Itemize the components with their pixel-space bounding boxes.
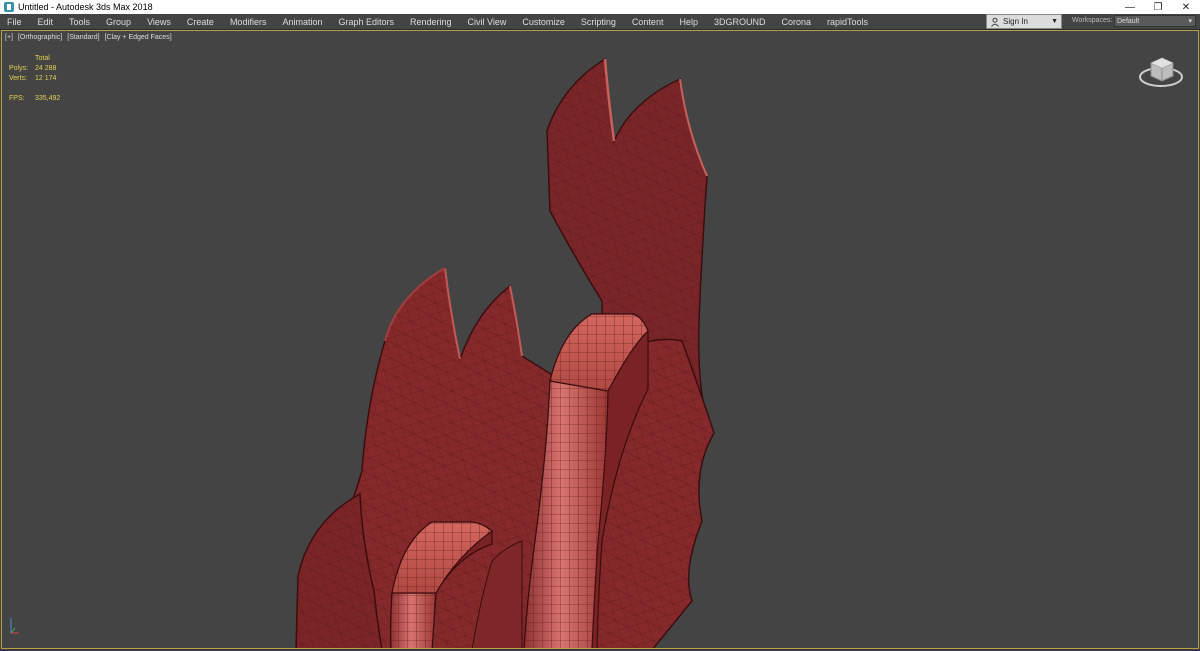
- viewport[interactable]: [+] [Orthographic] [Standard] [Clay + Ed…: [1, 30, 1199, 649]
- menu-civil-view[interactable]: Civil View: [460, 17, 515, 27]
- close-icon[interactable]: ✕: [1172, 0, 1200, 14]
- user-icon: [991, 17, 999, 27]
- window-controls: — ❐ ✕: [1116, 0, 1200, 14]
- sign-in-label: Sign In: [1003, 17, 1028, 26]
- stats-header: Total: [35, 55, 50, 62]
- workspace-value: Default: [1117, 17, 1140, 25]
- viewport-point-of-view[interactable]: [Orthographic]: [18, 34, 62, 41]
- menu-animation[interactable]: Animation: [274, 17, 330, 27]
- menu-create[interactable]: Create: [179, 17, 222, 27]
- axis-tripod-icon: [10, 618, 19, 634]
- fps-value: 335,492: [35, 95, 61, 102]
- menu-group[interactable]: Group: [98, 17, 139, 27]
- menu-tools[interactable]: Tools: [61, 17, 98, 27]
- polys-label: Polys:: [9, 65, 29, 72]
- menu-edit[interactable]: Edit: [30, 17, 62, 27]
- menu-views[interactable]: Views: [139, 17, 179, 27]
- window-title: Untitled - Autodesk 3ds Max 2018: [18, 2, 153, 12]
- title-bar: Untitled - Autodesk 3ds Max 2018 — ❐ ✕: [0, 0, 1200, 14]
- viewport-shading-standard[interactable]: [Standard]: [67, 34, 99, 41]
- verts-label: Verts:: [9, 75, 27, 82]
- fps-label: FPS:: [9, 95, 25, 102]
- menu-file[interactable]: File: [0, 17, 30, 27]
- app-icon: [4, 2, 14, 12]
- menu-3dground[interactable]: 3DGROUND: [706, 17, 774, 27]
- menu-graph-editors[interactable]: Graph Editors: [330, 17, 402, 27]
- menu-modifiers[interactable]: Modifiers: [222, 17, 275, 27]
- restore-icon[interactable]: ❐: [1144, 0, 1172, 14]
- menu-content[interactable]: Content: [624, 17, 672, 27]
- chevron-down-icon: ▾: [1188, 18, 1192, 25]
- minimize-icon[interactable]: —: [1116, 0, 1144, 14]
- viewcube-icon[interactable]: [1138, 51, 1184, 91]
- scene-model[interactable]: [2, 31, 1199, 649]
- menu-help[interactable]: Help: [671, 17, 706, 27]
- viewport-label[interactable]: [+] [Orthographic] [Standard] [Clay + Ed…: [5, 34, 175, 41]
- menu-scripting[interactable]: Scripting: [573, 17, 624, 27]
- chevron-down-icon: ▼: [1051, 18, 1058, 25]
- menu-corona[interactable]: Corona: [773, 17, 819, 27]
- menu-rendering[interactable]: Rendering: [402, 17, 460, 27]
- verts-value: 12 174: [35, 75, 57, 82]
- viewport-menu-plus[interactable]: [+]: [5, 34, 13, 41]
- viewport-display-mode[interactable]: [Clay + Edged Faces]: [105, 34, 172, 41]
- menu-rapidtools[interactable]: rapidTools: [819, 17, 876, 27]
- workspaces-label: Workspaces:: [1072, 17, 1113, 24]
- sign-in-button[interactable]: Sign In ▼: [986, 14, 1062, 29]
- polys-value: 24 288: [35, 65, 57, 72]
- menu-customize[interactable]: Customize: [514, 17, 573, 27]
- workspace-select[interactable]: Default ▾: [1114, 15, 1196, 27]
